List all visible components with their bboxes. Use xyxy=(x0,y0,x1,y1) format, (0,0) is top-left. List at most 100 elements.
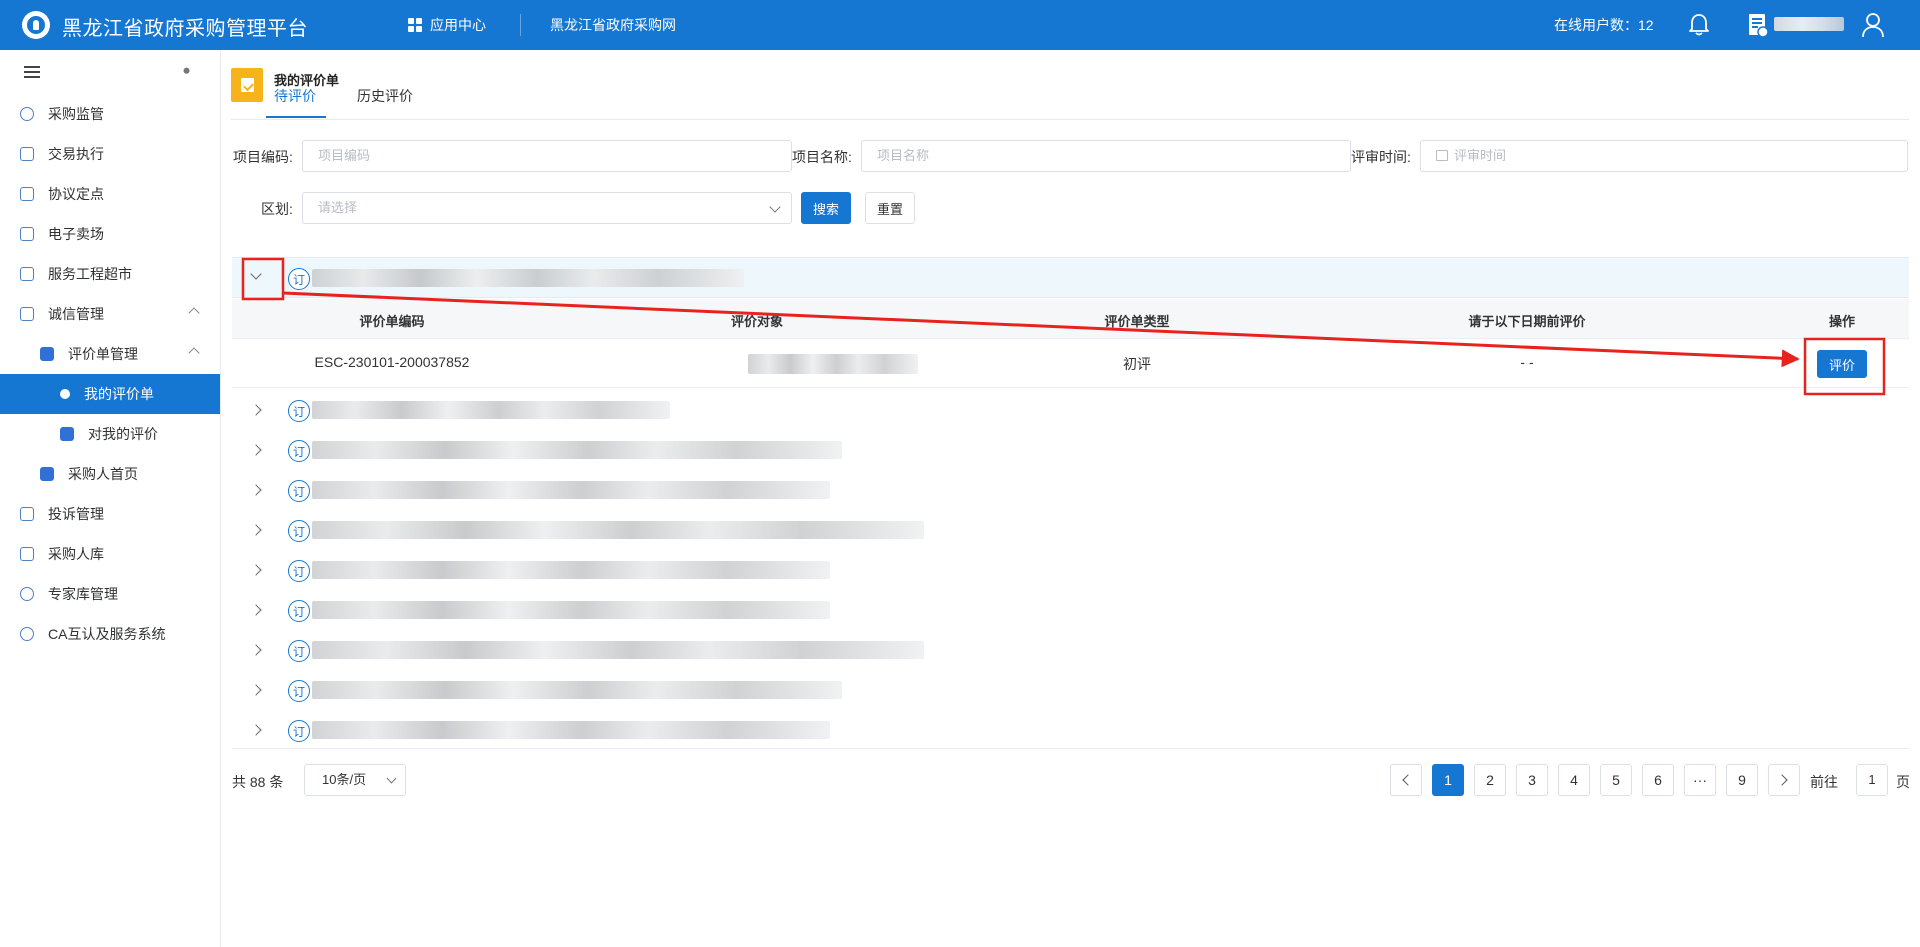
app-title: 黑龙江省政府采购管理平台 xyxy=(62,18,308,40)
chevron-right-icon[interactable] xyxy=(250,444,262,456)
redacted-order-title xyxy=(312,401,670,419)
list-item[interactable]: 订 xyxy=(232,710,1909,750)
sidebar-header: ● xyxy=(0,50,220,94)
list-item[interactable]: 订 xyxy=(232,630,1909,670)
page-button[interactable]: 9 xyxy=(1726,764,1758,796)
next-page-button[interactable] xyxy=(1768,764,1800,796)
list-item[interactable]: 订 xyxy=(232,590,1909,630)
chevron-right-icon[interactable] xyxy=(250,604,262,616)
bell-icon[interactable] xyxy=(1686,12,1712,38)
chevron-up-icon xyxy=(188,347,200,359)
sidebar-item-my-evaluations[interactable]: 我的评价单 xyxy=(0,374,220,414)
online-users-count: 在线用户数：12 xyxy=(1554,17,1654,33)
project-code-input[interactable]: 项目编码 xyxy=(302,140,792,172)
chevron-right-icon[interactable] xyxy=(250,644,262,656)
page-button[interactable]: 6 xyxy=(1642,764,1674,796)
region-select[interactable]: 请选择 xyxy=(302,192,792,224)
list-item[interactable]: 订 xyxy=(232,430,1909,470)
review-time-picker[interactable]: 评审时间 xyxy=(1420,140,1908,172)
sidebar-item-expert-library[interactable]: 专家库管理 xyxy=(0,574,220,614)
sidebar-item-emall[interactable]: 电子卖场 xyxy=(0,214,220,254)
tab-pending[interactable]: 待评价 xyxy=(266,86,326,118)
page-button[interactable]: 4 xyxy=(1558,764,1590,796)
menu-toggle-icon[interactable] xyxy=(24,66,40,78)
pin-icon[interactable]: ● xyxy=(179,61,196,78)
page-ellipsis-button[interactable]: ··· xyxy=(1684,764,1716,796)
evaluate-button[interactable]: 评价 xyxy=(1817,350,1867,378)
user-icon[interactable] xyxy=(1860,11,1886,39)
project-name-input[interactable]: 项目名称 xyxy=(861,140,1351,172)
list-item[interactable]: 订 xyxy=(232,470,1909,510)
redacted-order-title xyxy=(312,269,744,287)
redacted-order-title xyxy=(312,521,924,539)
redacted-order-title xyxy=(312,721,830,739)
sidebar-item-service-market[interactable]: 服务工程超市 xyxy=(0,254,220,294)
sidebar-item-label: 采购人库 xyxy=(48,546,104,562)
person-icon xyxy=(20,627,34,641)
evaluation-deadline: - - xyxy=(1520,354,1534,370)
sidebar-item-label: 采购人首页 xyxy=(68,466,138,482)
list-icon xyxy=(20,307,34,321)
page-button[interactable]: 1 xyxy=(1432,764,1464,796)
chevron-right-icon[interactable] xyxy=(250,484,262,496)
list-item[interactable]: 订 xyxy=(232,390,1909,430)
order-icon: 订 xyxy=(288,520,310,542)
sidebar-item-purchaser-library[interactable]: 采购人库 xyxy=(0,534,220,574)
goto-page-input[interactable]: 1 xyxy=(1856,764,1888,796)
list-item-expanded[interactable]: 订 xyxy=(232,258,1909,298)
column-header: 评价单类型 xyxy=(1104,314,1170,329)
app-center-button[interactable]: 应用中心 xyxy=(408,15,486,35)
sidebar-item-ca-system[interactable]: CA互认及服务系统 xyxy=(0,614,220,654)
page-header: 我的评价单 待评价 历史评价 xyxy=(231,68,1909,120)
redacted-order-title xyxy=(312,681,842,699)
gear-icon xyxy=(60,389,70,399)
sidebar-item-evaluation-mgmt[interactable]: 评价单管理 xyxy=(0,334,220,374)
clipboard-icon xyxy=(20,147,34,161)
reset-button[interactable]: 重置 xyxy=(865,192,915,224)
sidebar-item-credit[interactable]: 诚信管理 xyxy=(0,294,220,334)
chevron-right-icon[interactable] xyxy=(250,724,262,736)
sidebar-item-label: CA互认及服务系统 xyxy=(48,626,166,642)
list-item[interactable]: 订 xyxy=(232,550,1909,590)
list-item[interactable]: 订 xyxy=(232,510,1909,550)
sidebar-item-evaluations-of-me[interactable]: 对我的评价 xyxy=(0,414,220,454)
sidebar-item-label: 服务工程超市 xyxy=(48,266,132,282)
prev-page-button[interactable] xyxy=(1390,764,1422,796)
sidebar-item-purchaser-home[interactable]: 采购人首页 xyxy=(0,454,220,494)
top-bar: 黑龙江省政府采购管理平台 应用中心 黑龙江省政府采购网 在线用户数：12 xyxy=(0,0,1920,50)
calendar-icon xyxy=(1436,150,1448,161)
page-button[interactable]: 5 xyxy=(1600,764,1632,796)
chevron-right-icon[interactable] xyxy=(250,684,262,696)
search-button[interactable]: 搜索 xyxy=(801,192,851,224)
region-label: 区划: xyxy=(261,201,293,217)
chevron-down-icon[interactable] xyxy=(250,268,262,280)
order-icon: 订 xyxy=(288,480,310,502)
sidebar-item-complaints[interactable]: 投诉管理 xyxy=(0,494,220,534)
library-icon xyxy=(20,547,34,561)
tab-history[interactable]: 历史评价 xyxy=(357,86,413,118)
chevron-right-icon[interactable] xyxy=(250,404,262,416)
region-placeholder: 请选择 xyxy=(318,200,358,215)
building-icon xyxy=(20,267,34,281)
page-button[interactable]: 3 xyxy=(1516,764,1548,796)
page-button[interactable]: 2 xyxy=(1474,764,1506,796)
redacted-order-title xyxy=(312,641,924,659)
chevron-right-icon[interactable] xyxy=(250,524,262,536)
chevron-left-icon xyxy=(1402,774,1414,786)
sidebar-item-transaction[interactable]: 交易执行 xyxy=(0,134,220,174)
order-icon: 订 xyxy=(288,680,310,702)
sidebar-item-label: 对我的评价 xyxy=(88,426,158,442)
page-size-select[interactable]: 10条/页 xyxy=(304,764,406,796)
order-icon: 订 xyxy=(288,268,310,290)
app-center-label: 应用中心 xyxy=(430,17,486,33)
sidebar-item-label: 诚信管理 xyxy=(48,306,104,322)
chevron-right-icon[interactable] xyxy=(250,564,262,576)
chevron-right-icon xyxy=(1776,774,1788,786)
portal-link[interactable]: 黑龙江省政府采购网 xyxy=(550,15,676,35)
sidebar-item-procurement-supervision[interactable]: 采购监管 xyxy=(0,94,220,134)
list-item[interactable]: 订 xyxy=(232,670,1909,710)
sidebar-item-agreement[interactable]: 协议定点 xyxy=(0,174,220,214)
chevron-down-icon xyxy=(386,773,397,784)
document-icon[interactable] xyxy=(1746,12,1770,38)
order-icon: 订 xyxy=(288,560,310,582)
